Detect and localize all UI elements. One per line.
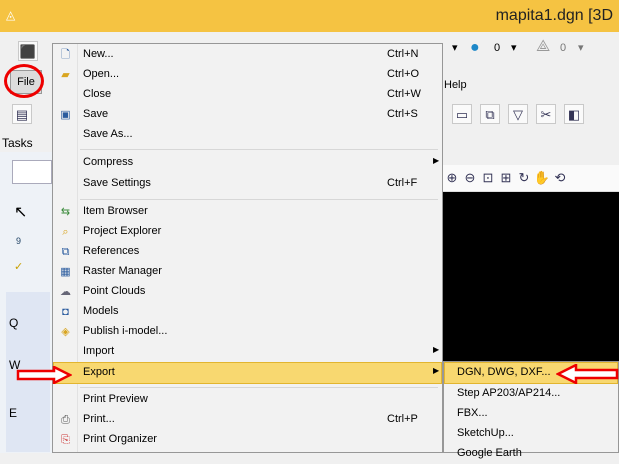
menu-item-new[interactable]: 🗋 New... Ctrl+N: [54, 45, 441, 65]
menu-item-project-explorer[interactable]: ⌕ Project Explorer: [54, 222, 441, 242]
fit-icon[interactable]: ⧉: [480, 104, 500, 124]
raster-manager-icon: ▦: [60, 266, 71, 278]
window-title: mapita1.dgn [3D: [495, 7, 613, 24]
annotation-circle: [4, 64, 44, 98]
submenu-arrow-icon: ▶: [433, 366, 440, 375]
tasks-panel: ↖ 9 ✓ Q W E: [0, 152, 57, 453]
menu-item-export[interactable]: Export ▶: [53, 362, 442, 384]
menu-separator: [80, 149, 438, 150]
tools-icon[interactable]: ✂: [536, 104, 556, 124]
render-icon[interactable]: ◧: [564, 104, 584, 124]
file-menu: 🗋 New... Ctrl+N ▰ Open... Ctrl+O Close C…: [52, 43, 443, 453]
references-icon: ⧉: [61, 246, 70, 258]
app-logo-icon: ◬: [6, 8, 16, 22]
tasks-label: Tasks: [2, 136, 33, 150]
submenu-arrow-icon: ▶: [433, 156, 440, 165]
left-num: 9: [16, 236, 22, 246]
pan-view-icon[interactable]: ✋: [533, 165, 551, 191]
menu-item-print[interactable]: ⎙ Print... Ctrl+P: [54, 410, 441, 430]
dropdown-arrow-icon[interactable]: ▾: [578, 41, 584, 54]
view-toolbar: ⊕ ⊖ ⊡ ⊞ ↻ ✋ ⟲: [443, 165, 619, 192]
rotate-view-icon[interactable]: ↻: [515, 165, 533, 191]
dropdown-arrow-icon[interactable]: ▾: [452, 41, 458, 54]
menu-item-publish-imodel[interactable]: ◈ Publish i-model...: [54, 322, 441, 342]
save-icon: ▣: [60, 109, 71, 121]
export-item-step[interactable]: Step AP203/AP214...: [445, 384, 617, 404]
title-bar: ◬ mapita1.dgn [3D: [0, 0, 619, 32]
print-organizer-icon: ⎘: [61, 434, 70, 446]
export-item-sketchup[interactable]: SketchUp...: [445, 424, 617, 444]
menu-item-import[interactable]: Import ▶: [54, 342, 441, 362]
filter-icon[interactable]: ▽: [508, 104, 528, 124]
menu-item-references[interactable]: ⧉ References: [54, 242, 441, 262]
menu-item-raster-manager[interactable]: ▦ Raster Manager: [54, 262, 441, 282]
menu-item-save-as[interactable]: Save As...: [54, 125, 441, 145]
item-browser-icon: ⇆: [60, 206, 71, 218]
menu-item-print-preview[interactable]: Print Preview: [54, 390, 441, 410]
toolbar-value-2: 0: [560, 42, 567, 54]
left-letter-e: E: [9, 406, 18, 420]
drawing-icon[interactable]: ✓: [14, 260, 23, 273]
menu-item-item-browser[interactable]: ⇆ Item Browser: [54, 202, 441, 222]
tasks-tab[interactable]: [12, 160, 52, 184]
publish-imodel-icon: ◈: [61, 326, 70, 338]
window-area-icon[interactable]: ⊡: [479, 165, 497, 191]
dropdown-arrow-icon[interactable]: ▾: [511, 41, 517, 54]
project-explorer-icon: ⌕: [62, 226, 69, 238]
window-layout-icon[interactable]: ▤: [12, 104, 32, 124]
annotation-arrow-left-icon: [556, 364, 619, 384]
toolbar-row-2: ▭ ⧉ ▽ ✂ ◧: [448, 100, 619, 128]
zoom-in-icon[interactable]: ⊕: [443, 165, 461, 191]
menu-item-open[interactable]: ▰ Open... Ctrl+O: [54, 65, 441, 85]
menu-separator: [80, 199, 438, 200]
point-clouds-icon: ☁: [60, 286, 71, 298]
submenu-arrow-icon: ▶: [433, 345, 440, 354]
new-file-icon: 🗋: [61, 49, 70, 61]
menu-item-compress[interactable]: Compress ▶: [54, 153, 441, 173]
menu-item-models[interactable]: ◘ Models: [54, 302, 441, 322]
export-item-fbx[interactable]: FBX...: [445, 404, 617, 424]
toolbar-value-1: 0: [494, 42, 501, 54]
menu-item-save[interactable]: ▣ Save Ctrl+S: [54, 105, 441, 125]
element-selection-icon[interactable]: ⬛: [18, 41, 38, 61]
level-icon[interactable]: ⟁: [536, 38, 550, 56]
view-previous-icon[interactable]: ⟲: [551, 165, 569, 191]
print-icon: ⎙: [61, 414, 70, 426]
window-icon[interactable]: ▭: [452, 104, 472, 124]
menu-item-print-organizer[interactable]: ⎘ Print Organizer: [54, 430, 441, 450]
open-folder-icon: ▰: [61, 69, 70, 81]
help-menu[interactable]: Help: [444, 79, 467, 91]
menu-item-point-clouds[interactable]: ☁ Point Clouds: [54, 282, 441, 302]
menu-item-save-settings[interactable]: Save Settings Ctrl+F: [54, 174, 441, 194]
select-arrow-icon[interactable]: ↖: [14, 202, 27, 222]
fit-view-icon[interactable]: ⊞: [497, 165, 515, 191]
globe-icon[interactable]: ●: [470, 39, 480, 57]
annotation-arrow-right-icon: [16, 366, 72, 384]
models-icon: ◘: [62, 306, 69, 318]
menu-separator: [80, 387, 438, 388]
export-item-google-earth[interactable]: Google Earth: [445, 444, 617, 464]
left-letter-q: Q: [9, 316, 19, 330]
menu-item-close[interactable]: Close Ctrl+W: [54, 85, 441, 105]
zoom-out-icon[interactable]: ⊖: [461, 165, 479, 191]
